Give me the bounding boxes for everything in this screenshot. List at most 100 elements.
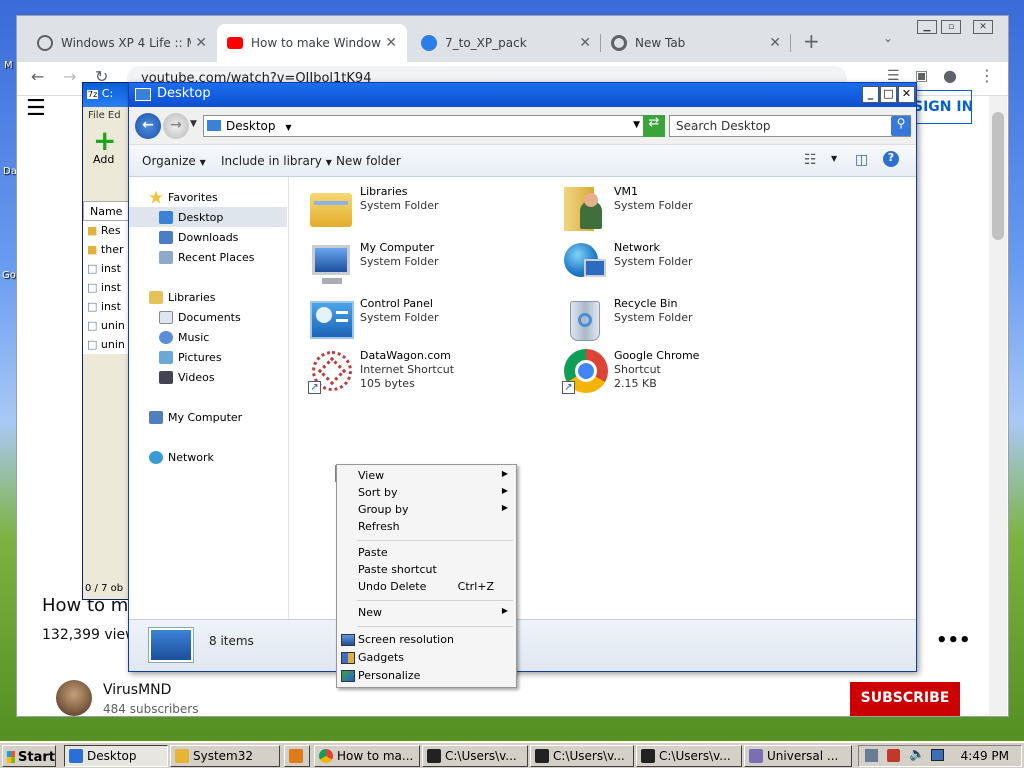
- nav-documents[interactable]: Documents: [159, 307, 241, 327]
- menu-edit[interactable]: Ed: [108, 110, 121, 121]
- network-tray-icon[interactable]: [865, 749, 878, 762]
- nav-recent-places[interactable]: Recent Places: [159, 247, 255, 267]
- list-item-control-panel[interactable]: Control Panel System Folder: [308, 297, 439, 343]
- new-folder-button[interactable]: New folder: [336, 154, 401, 168]
- search-input[interactable]: Search Desktop: [669, 115, 911, 137]
- more-actions-icon[interactable]: •••: [936, 630, 971, 651]
- scrollbar-thumb[interactable]: [992, 112, 1004, 240]
- forward-icon[interactable]: →: [163, 113, 189, 139]
- list-item-network[interactable]: Network System Folder: [562, 241, 693, 287]
- start-button[interactable]: Start: [2, 745, 56, 767]
- menu-item-refresh[interactable]: Refresh: [337, 520, 516, 537]
- back-icon[interactable]: ←: [31, 67, 44, 86]
- list-item-my-computer[interactable]: My Computer System Folder: [308, 241, 439, 287]
- nav-desktop[interactable]: Desktop: [129, 207, 287, 227]
- close-tab-icon[interactable]: ✕: [579, 35, 591, 51]
- window-titlebar[interactable]: Desktop _ □ ✕: [129, 83, 916, 107]
- taskbar-button[interactable]: C:\Users\v...: [422, 745, 528, 767]
- nav-pictures[interactable]: Pictures: [159, 347, 222, 367]
- security-tray-icon[interactable]: [887, 749, 900, 762]
- chevron-down-icon[interactable]: ▼: [831, 154, 837, 163]
- close-button[interactable]: ✕: [898, 86, 915, 103]
- chrome-icon: [319, 749, 333, 763]
- address-bar[interactable]: Desktop ▼ ▼ ⇄: [203, 115, 665, 137]
- list-item-recycle-bin[interactable]: Recycle Bin System Folder: [562, 297, 693, 343]
- nav-favorites[interactable]: Favorites: [149, 187, 218, 207]
- refresh-icon[interactable]: ⇄: [643, 115, 665, 137]
- preview-pane-icon[interactable]: ◫: [855, 152, 868, 168]
- avatar[interactable]: [56, 680, 92, 716]
- volume-icon[interactable]: 🔈: [909, 747, 925, 762]
- close-tab-icon[interactable]: ✕: [195, 35, 207, 51]
- menu-item-paste-shortcut[interactable]: Paste shortcut: [337, 563, 516, 580]
- list-item-vm1[interactable]: VM1 System Folder: [562, 185, 693, 231]
- list-item-google-chrome[interactable]: ↗ Google Chrome Shortcut 2.15 KB: [562, 349, 699, 395]
- menu-icon[interactable]: ⋮: [979, 66, 995, 85]
- nav-libraries[interactable]: Libraries: [149, 287, 216, 307]
- close-tab-icon[interactable]: ✕: [769, 35, 781, 51]
- clock[interactable]: 4:49 PM: [961, 749, 1009, 763]
- view-options-icon[interactable]: ☷: [804, 152, 817, 168]
- details-pane: 8 items: [129, 619, 916, 671]
- taskbar-button[interactable]: C:\Users\v...: [530, 745, 634, 767]
- recent-pages-icon[interactable]: ▼: [190, 119, 197, 129]
- file-icon: □: [87, 300, 98, 313]
- browser-tab[interactable]: Windows XP 4 Life :: Ma ✕: [27, 24, 217, 62]
- back-icon[interactable]: ←: [135, 113, 161, 139]
- taskbar-button[interactable]: System32: [170, 745, 280, 767]
- list-item-datawagon[interactable]: ↗ DataWagon.com Internet Shortcut 105 byte…: [308, 349, 454, 395]
- list-item-libraries[interactable]: Libraries System Folder: [308, 185, 439, 231]
- menu-item-view[interactable]: View ▶: [337, 469, 516, 486]
- close-button[interactable]: ✕: [973, 20, 993, 34]
- minimize-button[interactable]: ▁: [917, 20, 937, 34]
- taskbar-button[interactable]: Desktop: [64, 745, 168, 767]
- tab-search-icon[interactable]: ⌄: [883, 31, 893, 45]
- hamburger-icon[interactable]: ☰: [26, 96, 46, 121]
- browser-tab[interactable]: New Tab ✕: [601, 24, 791, 62]
- tab-strip: Windows XP 4 Life :: Ma ✕ How to make Wi…: [17, 16, 1008, 62]
- taskbar-button[interactable]: How to ma...: [314, 745, 420, 767]
- command-bar: Organize ▼ Include in library ▼ New fold…: [129, 145, 916, 177]
- browser-tab-active[interactable]: How to make Windows ✕: [217, 24, 407, 62]
- browser-tab[interactable]: 7_to_XP_pack ✕: [411, 24, 601, 62]
- address-dropdown-icon[interactable]: ▼: [633, 120, 640, 130]
- menu-item-paste[interactable]: Paste: [337, 546, 516, 563]
- subscribe-button[interactable]: SUBSCRIBE: [850, 682, 960, 716]
- forward-icon[interactable]: →: [63, 67, 76, 86]
- close-tab-icon[interactable]: ✕: [385, 35, 397, 51]
- scrollbar[interactable]: [989, 96, 1007, 716]
- nav-my-computer[interactable]: My Computer: [149, 407, 242, 427]
- menu-item-gadgets[interactable]: Gadgets: [337, 651, 516, 668]
- channel-name[interactable]: VirusMND: [103, 682, 171, 698]
- add-button-label[interactable]: Add: [93, 153, 131, 166]
- menu-item-group-by[interactable]: Group by ▶: [337, 503, 516, 520]
- profile-icon[interactable]: ●: [943, 66, 957, 85]
- file-icon: □: [87, 281, 98, 294]
- menu-item-undo-delete[interactable]: Undo Delete Ctrl+Z: [337, 580, 516, 597]
- nav-music[interactable]: Music: [159, 327, 209, 347]
- maximize-button[interactable]: ▫: [941, 20, 961, 34]
- minimize-button[interactable]: _: [862, 86, 879, 103]
- screen-resolution-icon: [341, 634, 355, 646]
- windows-logo-icon: [7, 751, 16, 763]
- breadcrumb-dropdown-icon[interactable]: ▼: [285, 123, 291, 132]
- menu-item-personalize[interactable]: Personalize: [337, 669, 516, 686]
- menu-item-sort-by[interactable]: Sort by ▶: [337, 486, 516, 503]
- shortcut-arrow-icon: ↗: [308, 381, 321, 394]
- maximize-button[interactable]: □: [880, 86, 897, 103]
- new-tab-button[interactable]: +: [803, 29, 820, 53]
- nav-network[interactable]: Network: [149, 447, 214, 467]
- taskbar-button[interactable]: C:\Users\v...: [636, 745, 742, 767]
- taskbar-button[interactable]: Universal ...: [744, 745, 852, 767]
- help-icon[interactable]: ?: [883, 151, 899, 167]
- search-icon[interactable]: ⚲: [891, 116, 911, 136]
- nav-videos[interactable]: Videos: [159, 367, 215, 387]
- menu-item-new[interactable]: New ▶: [337, 606, 516, 623]
- menu-item-screen-resolution[interactable]: Screen resolution: [337, 633, 516, 650]
- monitor-tray-icon[interactable]: [931, 749, 944, 761]
- menu-file[interactable]: File: [88, 110, 105, 121]
- taskbar-button[interactable]: [284, 745, 310, 767]
- include-in-library-button[interactable]: Include in library ▼: [221, 154, 332, 168]
- organize-button[interactable]: Organize ▼: [142, 154, 206, 168]
- nav-downloads[interactable]: Downloads: [159, 227, 238, 247]
